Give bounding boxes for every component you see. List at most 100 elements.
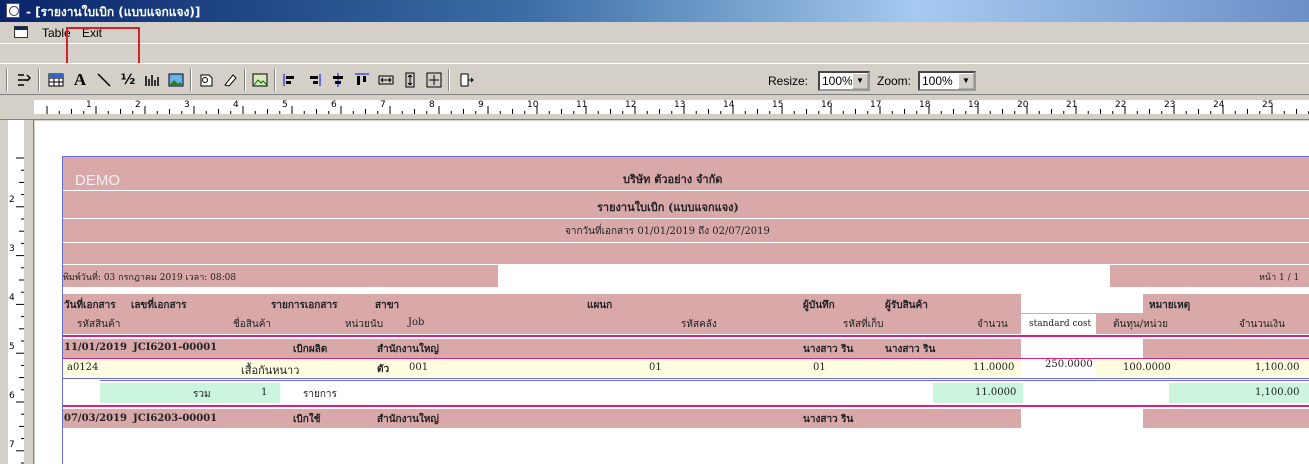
resize-select[interactable]: 100% ▼	[818, 71, 870, 91]
zoom-value: 100%	[922, 74, 953, 88]
ruler-h-label: 1	[86, 100, 92, 110]
col-remark: หมายเหตุ	[1149, 300, 1191, 311]
report-canvas[interactable]: DEMO บริษัท ตัวอย่าง จำกัด รายงานใบเบิก …	[35, 121, 1309, 464]
window-title: - [รายงานใบเบิก (แบบแจกแจง)]	[26, 5, 201, 19]
ruler-h-label: 22	[1115, 100, 1127, 110]
ruler-h-label: 9	[478, 100, 484, 110]
item-unit-cost: 100.0000	[1123, 362, 1171, 373]
col-doc-no: เลขที่เอกสาร	[131, 300, 187, 311]
app-icon[interactable]	[6, 3, 20, 18]
ruler-h-label: 6	[331, 100, 337, 110]
col-doc-type: รายการเอกสาร	[271, 300, 338, 311]
ruler-v-label: 6	[9, 391, 15, 401]
ruler-v-label: 7	[9, 440, 15, 450]
ruler-h-label: 7	[380, 100, 386, 110]
col-branch: สาขา	[375, 300, 400, 311]
page-number: หน้า 1 / 1	[1259, 273, 1300, 283]
doc-number: JCI6201-00001	[133, 342, 218, 353]
line-icon[interactable]	[94, 70, 114, 90]
percent-icon[interactable]: ½	[118, 70, 138, 90]
copy-format-icon[interactable]	[196, 70, 216, 90]
doc2-branch: สำนักงานใหญ่	[377, 414, 439, 425]
col-unit-cost: ต้นทุน/หน่วย	[1113, 319, 1169, 330]
ruler-v-label: 5	[9, 342, 15, 352]
ruler-h-label: 20	[1017, 100, 1029, 110]
align-left-icon[interactable]	[280, 70, 300, 90]
col-doc-date: วันที่เอกสาร	[64, 300, 116, 311]
sum-unit: รายการ	[303, 389, 337, 400]
doc-branch: สำนักงานใหญ่	[377, 344, 439, 355]
item-location: 01	[813, 362, 826, 373]
image-icon[interactable]	[250, 70, 270, 90]
col-amount: จำนวนเงิน	[1239, 319, 1285, 330]
ruler-h-label: 3	[184, 100, 190, 110]
chevron-down-icon[interactable]: ▼	[958, 73, 974, 89]
doc-type: เบิกผลิต	[293, 344, 328, 355]
sum-band-left	[100, 383, 280, 403]
ruler-h-label: 12	[625, 100, 637, 110]
watermark: DEMO	[75, 172, 120, 189]
toolbar: A ½ Resize: 100% ▼ Zoom: 100% ▼	[0, 63, 1309, 95]
doc2-date: 07/03/2019	[64, 413, 127, 424]
fit-icon[interactable]	[424, 70, 444, 90]
col-location: รหัสที่เก็บ	[843, 319, 884, 330]
col-job: Job	[408, 317, 425, 328]
item-name: เสื้อกันหนาว	[241, 364, 300, 377]
ruler-v-label: 3	[9, 244, 15, 254]
col-item-code: รหัสสินค้า	[77, 319, 121, 330]
sum-amount: 1,100.00	[1255, 387, 1300, 398]
col-qty: จำนวน	[977, 319, 1008, 330]
ruler-h-label: 23	[1164, 100, 1176, 110]
eraser-icon[interactable]	[220, 70, 240, 90]
doc2-recorder: นางสาว ริน	[803, 414, 854, 425]
insert-field-icon[interactable]	[14, 70, 34, 90]
stretch-height-icon[interactable]	[400, 70, 420, 90]
zoom-label: Zoom:	[877, 74, 912, 88]
chevron-down-icon[interactable]: ▼	[852, 73, 868, 89]
sum-count: 1	[261, 387, 268, 398]
col-item-name: ชื่อสินค้า	[233, 319, 272, 330]
horizontal-ruler: 1 2 3 4 5 6 7 8 9 10 11 12 13 14 15 16 17 18 19 20 21 22 23 24 2…	[0, 96, 1309, 120]
document-window-icon[interactable]	[14, 26, 28, 38]
align-center-icon[interactable]	[328, 70, 348, 90]
doc2-type: เบิกใช้	[293, 414, 321, 425]
ruler-h-label: 17	[870, 100, 882, 110]
ruler-h-label: 10	[527, 100, 539, 110]
col-recorder: ผู้บันทึก	[803, 300, 835, 311]
col-receiver: ผู้รับสินค้า	[885, 300, 928, 311]
ruler-h-label: 4	[233, 100, 239, 110]
table-icon[interactable]	[46, 70, 66, 90]
exit-icon[interactable]	[456, 70, 476, 90]
printed-date: พิมพ์วันที่: 03 กรกฎาคม 2019 เวลา: 08:08	[63, 273, 237, 283]
ruler-h-label: 2	[135, 100, 141, 110]
resize-value: 100%	[822, 74, 853, 88]
ruler-v-label: 2	[9, 195, 15, 205]
doc-date: 11/01/2019	[64, 342, 127, 353]
align-top-icon[interactable]	[352, 70, 372, 90]
chart-icon[interactable]	[142, 70, 162, 90]
ruler-h-label: 25	[1262, 100, 1274, 110]
doc2-number: JCI6203-00001	[133, 413, 218, 424]
menu-bar: Table Exit	[0, 22, 1309, 44]
item-warehouse: 01	[649, 362, 662, 373]
item-code: a0124	[67, 362, 99, 373]
text-icon[interactable]: A	[70, 70, 90, 90]
align-right-icon[interactable]	[304, 70, 324, 90]
title-bar: - [รายงานใบเบิก (แบบแจกแจง)]	[0, 0, 1309, 22]
item-unit: ตัว	[377, 364, 390, 375]
ruler-h-label: 18	[919, 100, 931, 110]
col-standard-cost: standard cost	[1029, 319, 1092, 329]
ruler-h-label: 15	[772, 100, 784, 110]
ruler-h-label: 8	[429, 100, 435, 110]
zoom-select[interactable]: 100% ▼	[918, 71, 976, 91]
picture-icon[interactable]	[166, 70, 186, 90]
stretch-width-icon[interactable]	[376, 70, 396, 90]
col-unit: หน่วยนับ	[345, 319, 384, 330]
company-name: บริษัท ตัวอย่าง จำกัด	[623, 173, 723, 186]
report-page: DEMO บริษัท ตัวอย่าง จำกัด รายงานใบเบิก …	[62, 156, 1309, 464]
item-standard-cost: 250.0000	[1045, 359, 1093, 370]
report-title: รายงานใบเบิก (แบบแจกแจง)	[597, 201, 739, 214]
ruler-h-label: 14	[723, 100, 735, 110]
item-qty: 11.0000	[973, 362, 1015, 373]
resize-label: Resize:	[768, 74, 809, 88]
